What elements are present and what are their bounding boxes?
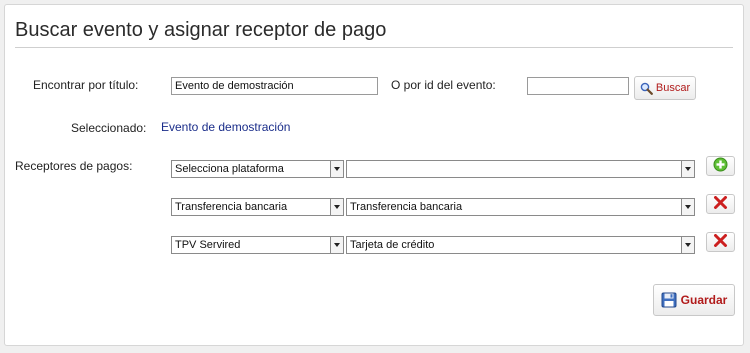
search-button-label: Buscar [655, 82, 691, 94]
method-select-row1[interactable] [346, 160, 695, 178]
chevron-down-icon [681, 161, 694, 177]
close-icon [713, 196, 728, 212]
page-title: Buscar evento y asignar receptor de pago [15, 19, 387, 41]
method-select-value: Transferencia bancaria [350, 201, 463, 213]
chevron-down-icon [681, 237, 694, 253]
remove-receiver-button[interactable] [706, 194, 735, 214]
chevron-down-icon [330, 237, 343, 253]
add-receiver-button[interactable] [706, 156, 735, 176]
method-select-row3[interactable]: Tarjeta de crédito [346, 236, 695, 254]
chevron-down-icon [330, 199, 343, 215]
method-select-row2[interactable]: Transferencia bancaria [346, 198, 695, 216]
platform-select-value: Selecciona plataforma [175, 163, 284, 175]
id-search-label: O por id del evento: [391, 78, 496, 92]
save-button-label: Guardar [680, 293, 728, 307]
close-icon [713, 234, 728, 250]
search-button[interactable]: Buscar [634, 76, 696, 100]
main-panel: Buscar evento y asignar receptor de pago… [4, 4, 744, 346]
method-select-value: Tarjeta de crédito [350, 239, 435, 251]
payment-receivers-label: Receptores de pagos: [15, 159, 133, 173]
selected-event-value: Evento de demostración [161, 120, 291, 134]
title-search-label: Encontrar por título: [33, 78, 139, 92]
search-icon [640, 82, 653, 95]
title-divider [15, 47, 733, 48]
platform-select-row3[interactable]: TPV Servired [171, 236, 344, 254]
platform-select-value: TPV Servired [175, 239, 241, 251]
remove-receiver-button[interactable] [706, 232, 735, 252]
chevron-down-icon [330, 161, 343, 177]
chevron-down-icon [681, 199, 694, 215]
platform-select-row1[interactable]: Selecciona plataforma [171, 160, 344, 178]
id-search-input[interactable] [527, 77, 629, 95]
save-button[interactable]: Guardar [653, 284, 735, 316]
platform-select-row2[interactable]: Transferencia bancaria [171, 198, 344, 216]
plus-icon [713, 157, 728, 175]
platform-select-value: Transferencia bancaria [175, 201, 288, 213]
floppy-disk-icon [661, 292, 677, 308]
selected-label: Seleccionado: [71, 121, 147, 135]
title-search-input[interactable] [171, 77, 378, 95]
